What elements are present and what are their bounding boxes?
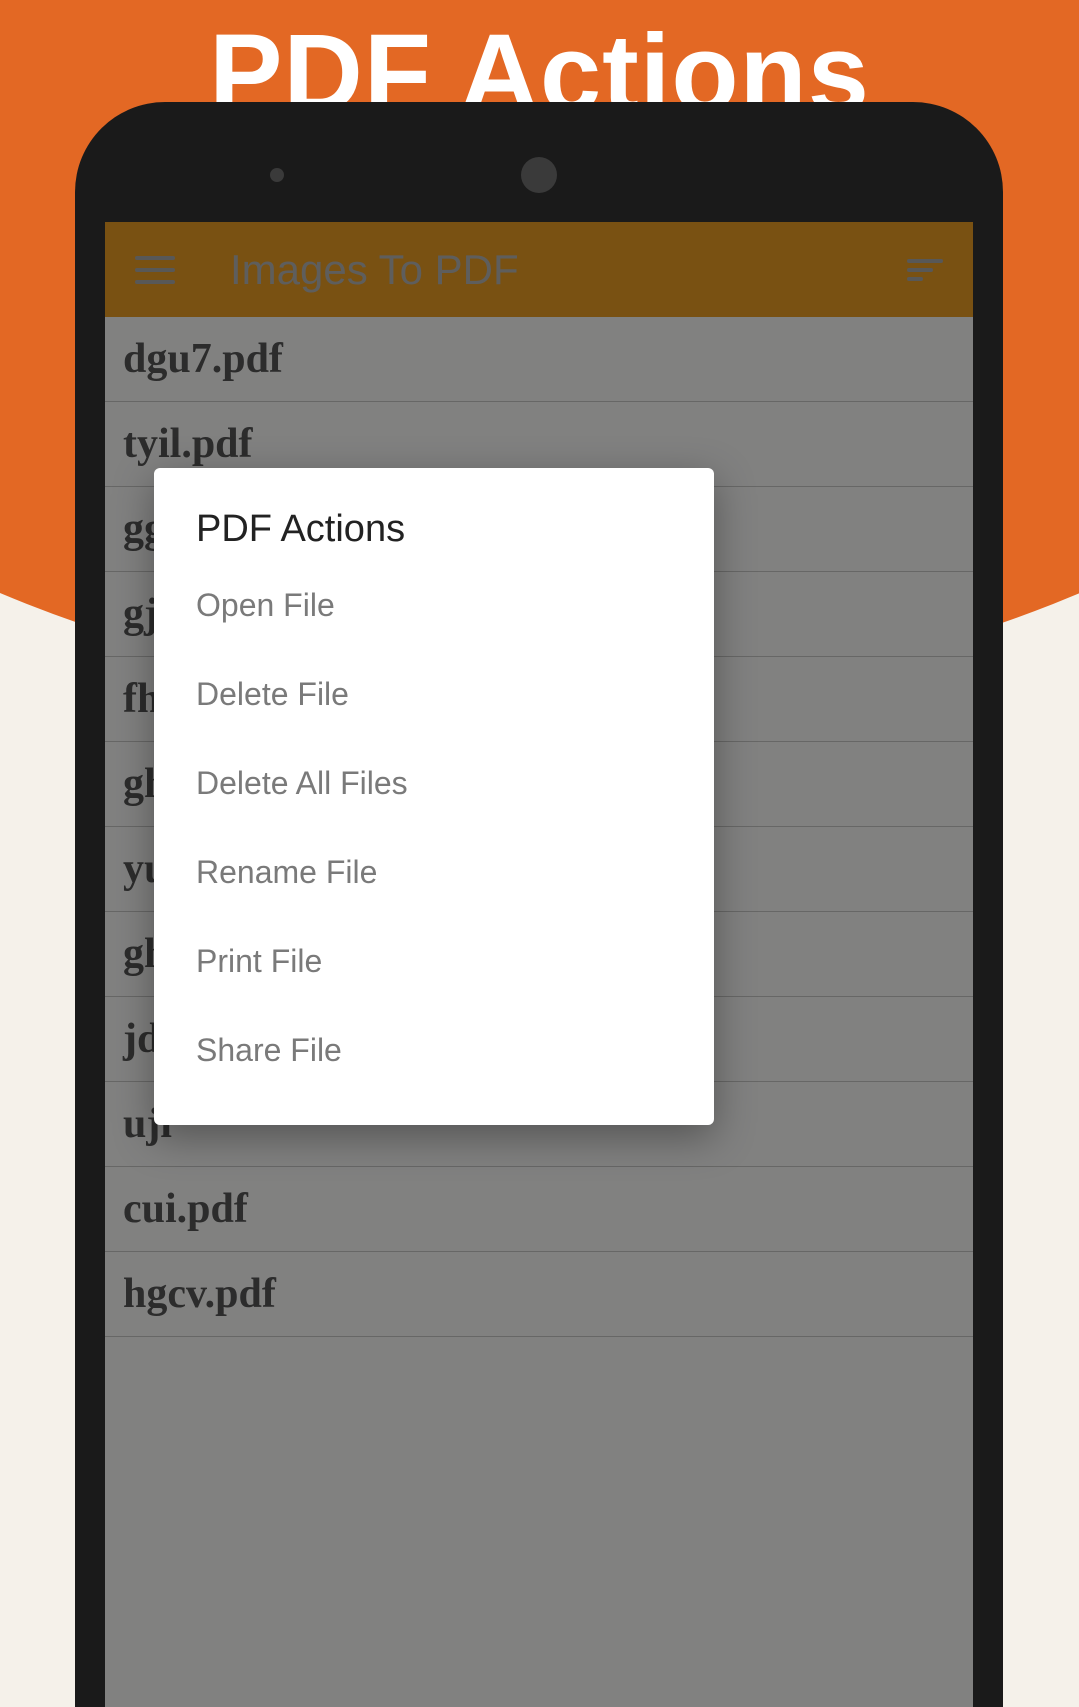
- action-delete-all-files[interactable]: Delete All Files: [154, 739, 714, 828]
- action-delete-file[interactable]: Delete File: [154, 650, 714, 739]
- pdf-actions-dialog: PDF Actions Open File Delete File Delete…: [154, 468, 714, 1125]
- speaker-dot: [521, 157, 557, 193]
- sensor-dot: [270, 168, 284, 182]
- action-share-file[interactable]: Share File: [154, 1006, 714, 1095]
- action-print-file[interactable]: Print File: [154, 917, 714, 1006]
- action-open-file[interactable]: Open File: [154, 561, 714, 650]
- dialog-title: PDF Actions: [154, 508, 714, 561]
- action-rename-file[interactable]: Rename File: [154, 828, 714, 917]
